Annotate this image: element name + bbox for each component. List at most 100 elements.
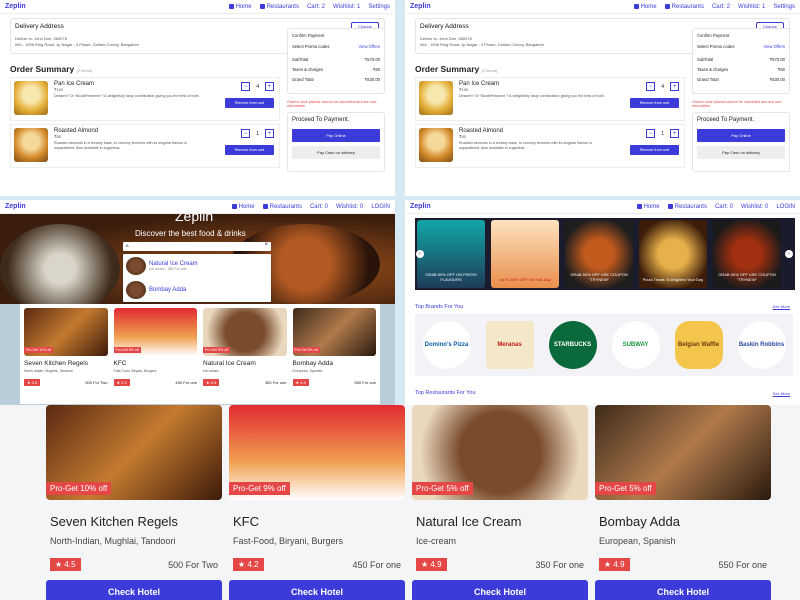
- nav-restaurants[interactable]: Restaurants: [667, 204, 707, 210]
- rating-badge: ★ 4.5: [50, 558, 81, 571]
- chevron-left-icon[interactable]: ‹: [416, 250, 424, 258]
- see-more-link[interactable]: See More: [773, 304, 790, 309]
- quantity: 1: [256, 130, 259, 137]
- increment-button[interactable]: +: [265, 129, 274, 138]
- offer-carousel: GRAB 60% OFF ON FRESH FLAVOURS Up To 60%…: [415, 218, 795, 290]
- search-result[interactable]: Bombay Adda: [123, 278, 271, 302]
- quantity: 4: [256, 83, 259, 90]
- hero-subtitle: Discover the best food & drinks: [135, 229, 246, 238]
- search-input[interactable]: A ×: [123, 242, 271, 251]
- nav-restaurants[interactable]: Restaurants: [664, 4, 704, 10]
- pan-ice-cream-image: [419, 81, 453, 115]
- restaurant-image: Pro-Get 9% off: [229, 405, 405, 500]
- offer-banner[interactable]: Up To 60% OFF On Holi-Day: [491, 220, 559, 288]
- home-icon: [231, 204, 237, 209]
- increment-button[interactable]: +: [265, 82, 274, 91]
- nav-settings[interactable]: Settings: [368, 4, 390, 10]
- logo[interactable]: Zeplin: [410, 203, 431, 210]
- restaurant-image: Pro-Get 10% off: [24, 308, 108, 356]
- pay-cash-button[interactable]: Pay Cash on delivery: [292, 146, 380, 159]
- nav-restaurants[interactable]: Restaurants: [262, 204, 302, 210]
- restaurant-card[interactable]: Pro-Get 5% off Natural Ice Cream Ice-cream…: [412, 405, 588, 600]
- search-dropdown: Natural Ice Cream Ice-cream · 350 For one…: [123, 254, 271, 302]
- offer-banner[interactable]: GRAB 50% OFF USE COUPON "TRYNEW": [565, 220, 633, 288]
- remove-button[interactable]: Remove from cart: [629, 145, 679, 155]
- offer-banner[interactable]: Pizza Treats To Brighten Your Day: [639, 220, 707, 288]
- nav-wishlist[interactable]: Wishlist: 0: [741, 204, 768, 210]
- navbar: Zeplin Home Restaurants Cart: 0 Wishlist…: [405, 200, 800, 214]
- check-hotel-button[interactable]: Check Hotel: [229, 580, 405, 600]
- offer-banner[interactable]: GRAB 60% OFF ON FRESH FLAVOURS: [417, 220, 485, 288]
- check-hotel-button[interactable]: Check Hotel: [412, 580, 588, 600]
- cart-item: Pan Ice Cream ₹100 Dessert? Or 'MouthFresh…: [10, 77, 280, 121]
- home-icon: [636, 204, 642, 209]
- remove-button[interactable]: Remove from cart: [224, 98, 274, 108]
- logo[interactable]: Zeplin: [5, 3, 26, 10]
- nav-cart[interactable]: Cart: 2: [712, 4, 730, 10]
- nav-cart[interactable]: Cart: 2: [307, 4, 325, 10]
- chevron-right-icon[interactable]: ›: [785, 250, 793, 258]
- nav-wishlist[interactable]: Wishlist: 1: [333, 4, 360, 10]
- decrement-button[interactable]: −: [241, 129, 251, 138]
- logo[interactable]: Zeplin: [5, 203, 26, 210]
- rating-badge: ★ 4.2: [233, 558, 264, 571]
- nav-restaurants[interactable]: Restaurants: [259, 4, 299, 10]
- cart-item: Roasted Almond ₹80 Roasted almonds in a cr…: [415, 124, 685, 168]
- restaurant-image: Pro-Get 9% off: [113, 308, 197, 356]
- pay-online-button[interactable]: Pay Online: [292, 129, 380, 142]
- restaurant-card[interactable]: Pro-Get 5% off Bombay Adda European, Spani…: [292, 308, 376, 400]
- nav-wishlist[interactable]: Wishlist: 1: [738, 4, 765, 10]
- view-offers-link[interactable]: View Offers: [764, 44, 786, 49]
- search-result[interactable]: Natural Ice Cream Ice-cream · 350 For one: [123, 254, 271, 278]
- quantity: 1: [661, 130, 664, 137]
- brand-logo[interactable]: SUBWAY: [611, 321, 660, 369]
- brand-logo[interactable]: STARBUCKS: [548, 321, 597, 369]
- nav-login[interactable]: LOGIN: [371, 204, 390, 210]
- see-more-link[interactable]: See More: [773, 391, 790, 396]
- increment-button[interactable]: +: [670, 129, 679, 138]
- restaurant-card[interactable]: Pro-Get 5% off Natural Ice Cream Ice-cream…: [203, 308, 287, 400]
- remove-button[interactable]: Remove from cart: [629, 98, 679, 108]
- offer-banner[interactable]: GRAB 50% OFF USE COUPON "TRYNEW": [713, 220, 781, 288]
- nav-home[interactable]: Home: [228, 4, 252, 10]
- nav-wishlist[interactable]: Wishlist: 0: [336, 204, 363, 210]
- brand-logo[interactable]: Meranas: [485, 321, 534, 369]
- nav-home[interactable]: Home: [633, 4, 657, 10]
- pan-ice-cream-image: [14, 81, 48, 115]
- decrement-button[interactable]: −: [646, 82, 656, 91]
- decrement-button[interactable]: −: [241, 82, 251, 91]
- cart-item: Pan Ice Cream ₹100 Dessert? Or 'MouthFresh…: [415, 77, 685, 121]
- check-hotel-button[interactable]: Check Hotel: [595, 580, 771, 600]
- check-hotel-button[interactable]: Check Hotel: [46, 580, 222, 600]
- home-icon: [633, 4, 639, 9]
- nav-settings[interactable]: Settings: [773, 4, 795, 10]
- brand-logo[interactable]: Domino's Pizza: [422, 321, 471, 369]
- brands-row: Domino's Pizza Meranas STARBUCKS SUBWAY …: [415, 314, 793, 376]
- restaurant-card[interactable]: Pro-Get 9% off KFC Fast-Food, Biryani, Bur…: [113, 308, 197, 400]
- restaurant-card[interactable]: Pro-Get 5% off Bombay Adda European, Spani…: [595, 405, 771, 600]
- result-image: [126, 281, 146, 299]
- increment-button[interactable]: +: [670, 82, 679, 91]
- remove-button[interactable]: Remove from cart: [224, 145, 274, 155]
- navbar: Zeplin Home Restaurants Cart: 2 Wishlist…: [405, 0, 800, 14]
- nav-cart[interactable]: Cart: 0: [310, 204, 328, 210]
- pay-cash-button[interactable]: Pay Cash on delivery: [697, 146, 785, 159]
- restaurant-card[interactable]: Pro-Get 10% off Seven Kitchen Regels North…: [24, 308, 108, 400]
- restaurant-icon: [259, 4, 265, 9]
- brand-logo[interactable]: Belgian Waffle: [674, 321, 723, 369]
- home-screenshot: Zeplin Home Restaurants Cart: 0 Wishlist…: [405, 200, 800, 405]
- close-icon[interactable]: ×: [264, 242, 268, 248]
- view-offers-link[interactable]: View Offers: [359, 44, 381, 49]
- pay-online-button[interactable]: Pay Online: [697, 129, 785, 142]
- restaurant-cards-zoom: Pro-Get 10% off Seven Kitchen Regels North…: [0, 405, 800, 600]
- nav-cart[interactable]: Cart: 0: [715, 204, 733, 210]
- restaurant-card[interactable]: Pro-Get 9% off KFC Fast-Food, Biryani, Bur…: [229, 405, 405, 600]
- restaurant-card[interactable]: Pro-Get 10% off Seven Kitchen Regels North…: [46, 405, 222, 600]
- confirm-payment-card: Confirm Payment Select Promo codes View O…: [692, 28, 790, 94]
- logo[interactable]: Zeplin: [410, 3, 431, 10]
- brand-logo[interactable]: Baskin Robbins: [737, 321, 786, 369]
- nav-home[interactable]: Home: [636, 204, 660, 210]
- nav-home[interactable]: Home: [231, 204, 255, 210]
- nav-login[interactable]: LOGIN: [776, 204, 795, 210]
- decrement-button[interactable]: −: [646, 129, 656, 138]
